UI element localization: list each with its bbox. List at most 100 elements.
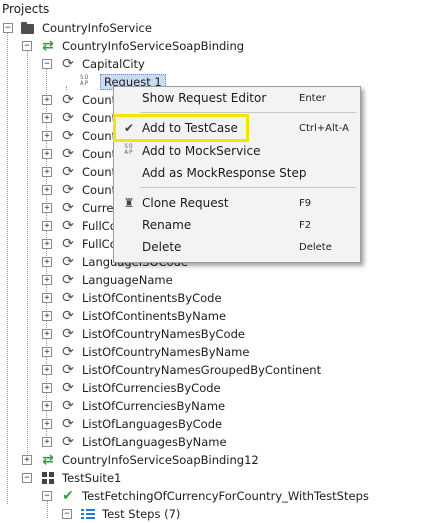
expand-toggle[interactable]: + bbox=[42, 95, 52, 105]
menu-item-shortcut: Delete bbox=[299, 241, 332, 253]
operation-icon: ⟳ bbox=[62, 56, 74, 72]
checkmark-icon: ✔ bbox=[62, 488, 74, 504]
operation-icon: ⟳ bbox=[62, 290, 74, 306]
tree-item-operation[interactable]: ⟳ LanguageName bbox=[60, 271, 175, 289]
expand-toggle[interactable]: + bbox=[42, 221, 52, 231]
tree-item-operation[interactable]: ⟳ ListOfLanguagesByCode bbox=[60, 415, 224, 433]
menu-item-shortcut: Ctrl+Alt-A bbox=[299, 122, 349, 134]
tree-item-operation[interactable]: ⟳ ListOfCurrenciesByCode bbox=[60, 379, 223, 397]
collapse-toggle[interactable]: − bbox=[3, 23, 13, 33]
expand-toggle[interactable]: + bbox=[42, 437, 52, 447]
tree-item-label: LanguageName bbox=[82, 273, 173, 287]
operation-icon: ⟳ bbox=[62, 380, 74, 396]
operation-icon: ⟳ bbox=[62, 146, 74, 162]
tree-item-label: ListOfCountryNamesByName bbox=[82, 345, 250, 359]
expand-toggle[interactable]: + bbox=[42, 365, 52, 375]
expand-toggle[interactable]: + bbox=[42, 293, 52, 303]
tree-item-operation[interactable]: ⟳ ListOfCountryNamesByCode bbox=[60, 325, 247, 343]
tree-line bbox=[7, 30, 8, 504]
expand-toggle[interactable]: + bbox=[42, 113, 52, 123]
operation-icon: ⟳ bbox=[62, 362, 74, 378]
operation-icon: ⟳ bbox=[62, 416, 74, 432]
tree-item-label: ListOfCurrenciesByName bbox=[82, 399, 226, 413]
tree-line bbox=[27, 50, 28, 458]
menu-item-label: Rename bbox=[142, 218, 192, 232]
tree-item-operation[interactable]: ⟳ ListOfCountryNamesGroupedByContinent bbox=[60, 361, 323, 379]
menu-item-label: Clone Request bbox=[142, 196, 229, 210]
tree-item-operation[interactable]: ⟳ ListOfContinentsByCode bbox=[60, 289, 224, 307]
expand-toggle[interactable]: + bbox=[42, 419, 52, 429]
tree-item-label: CountryInfoService bbox=[42, 21, 152, 35]
operation-icon: ⟳ bbox=[62, 344, 74, 360]
tree-item-label: CountryInfoServiceSoapBinding12 bbox=[62, 453, 259, 467]
tree-item-binding[interactable]: ⇄ CountryInfoServiceSoapBinding bbox=[40, 37, 246, 55]
panel-title: Projects bbox=[2, 2, 50, 16]
collapse-toggle[interactable]: − bbox=[42, 59, 52, 69]
tree-item-operation[interactable]: ⟳ FullCo bbox=[60, 217, 119, 235]
soap-request-icon: SO AP bbox=[80, 74, 90, 87]
tree-line bbox=[66, 86, 67, 90]
menu-item-shortcut: Enter bbox=[299, 92, 326, 104]
tree-item-teststeps[interactable]: Test Steps (7) bbox=[80, 505, 182, 523]
tree-item-operation[interactable]: ⟳ ListOfCountryNamesByName bbox=[60, 343, 251, 361]
tree-item-operation[interactable]: ⟳ FullCo bbox=[60, 235, 119, 253]
tree-item-label: CountryInfoServiceSoapBinding bbox=[62, 39, 245, 53]
tree-item-project[interactable]: CountryInfoService bbox=[20, 19, 154, 37]
tree-item-testcase[interactable]: ✔ TestFetchingOfCurrencyForCountry_WithT… bbox=[60, 487, 371, 505]
expand-toggle[interactable]: + bbox=[42, 239, 52, 249]
collapse-toggle[interactable]: − bbox=[62, 509, 72, 519]
expand-toggle[interactable]: + bbox=[42, 347, 52, 357]
operation-icon: ⟳ bbox=[62, 128, 74, 144]
expand-toggle[interactable]: + bbox=[42, 149, 52, 159]
soap-icon: SO AP bbox=[124, 143, 134, 156]
expand-toggle[interactable]: + bbox=[42, 131, 52, 141]
expand-toggle[interactable]: + bbox=[42, 329, 52, 339]
tree-item-binding[interactable]: ⇄ CountryInfoServiceSoapBinding12 bbox=[40, 451, 261, 469]
menu-item-rename[interactable]: Rename F2 bbox=[114, 214, 360, 236]
tree-item-label: ListOfContinentsByName bbox=[82, 309, 227, 323]
folder-icon bbox=[20, 20, 36, 36]
expand-toggle[interactable]: + bbox=[42, 167, 52, 177]
expand-toggle[interactable]: + bbox=[42, 401, 52, 411]
tree-item-operation[interactable]: ⟳ ListOfLanguagesByName bbox=[60, 433, 229, 451]
operation-icon: ⟳ bbox=[62, 434, 74, 450]
menu-item-add-as-mockresponse-step[interactable]: Add as MockResponse Step bbox=[114, 162, 360, 184]
expand-toggle[interactable]: + bbox=[42, 185, 52, 195]
expand-toggle[interactable]: + bbox=[42, 275, 52, 285]
menu-item-add-to-mockservice[interactable]: SO AP Add to MockService bbox=[114, 140, 360, 162]
tree-item-operation[interactable]: ⟳ ListOfCurrenciesByName bbox=[60, 397, 227, 415]
expand-toggle[interactable]: + bbox=[22, 455, 32, 465]
menu-item-clone-request[interactable]: ♜ Clone Request F9 bbox=[114, 192, 360, 214]
expand-toggle[interactable]: + bbox=[42, 383, 52, 393]
collapse-toggle[interactable]: − bbox=[42, 491, 52, 501]
expand-toggle[interactable]: + bbox=[42, 311, 52, 321]
tree-item-testsuite[interactable]: TestSuite1 bbox=[40, 469, 123, 487]
stamp-icon: ♜ bbox=[123, 196, 135, 210]
operation-icon: ⟳ bbox=[62, 218, 74, 234]
operation-icon: ⟳ bbox=[62, 92, 74, 108]
menu-separator bbox=[140, 187, 356, 188]
tree-item-operation[interactable]: ⟳ CapitalCity bbox=[60, 55, 147, 73]
operation-icon: ⟳ bbox=[62, 254, 74, 270]
operation-icon: ⟳ bbox=[62, 236, 74, 252]
tree-item-label: ListOfLanguagesByCode bbox=[82, 417, 223, 431]
highlight-box bbox=[113, 114, 249, 142]
tree-item-label: CapitalCity bbox=[82, 57, 145, 71]
expand-toggle[interactable]: + bbox=[42, 257, 52, 267]
operation-icon: ⟳ bbox=[62, 182, 74, 198]
menu-item-shortcut: F9 bbox=[299, 197, 312, 209]
menu-item-delete[interactable]: Delete Delete bbox=[114, 236, 360, 258]
tree-item-label: ListOfContinentsByCode bbox=[82, 291, 222, 305]
tree-item-label: ListOfCurrenciesByCode bbox=[82, 381, 221, 395]
menu-separator bbox=[140, 112, 356, 113]
operation-icon: ⟳ bbox=[62, 110, 74, 126]
collapse-toggle[interactable]: − bbox=[22, 473, 32, 483]
binding-arrows-icon: ⇄ bbox=[42, 38, 54, 54]
menu-item-show-request-editor[interactable]: Show Request Editor Enter bbox=[114, 87, 360, 109]
operation-icon: ⟳ bbox=[62, 326, 74, 342]
expand-toggle[interactable]: + bbox=[42, 203, 52, 213]
operation-icon: ⟳ bbox=[62, 164, 74, 180]
menu-item-shortcut: F2 bbox=[299, 219, 312, 231]
tree-item-operation[interactable]: ⟳ ListOfContinentsByName bbox=[60, 307, 228, 325]
collapse-toggle[interactable]: − bbox=[22, 41, 32, 51]
